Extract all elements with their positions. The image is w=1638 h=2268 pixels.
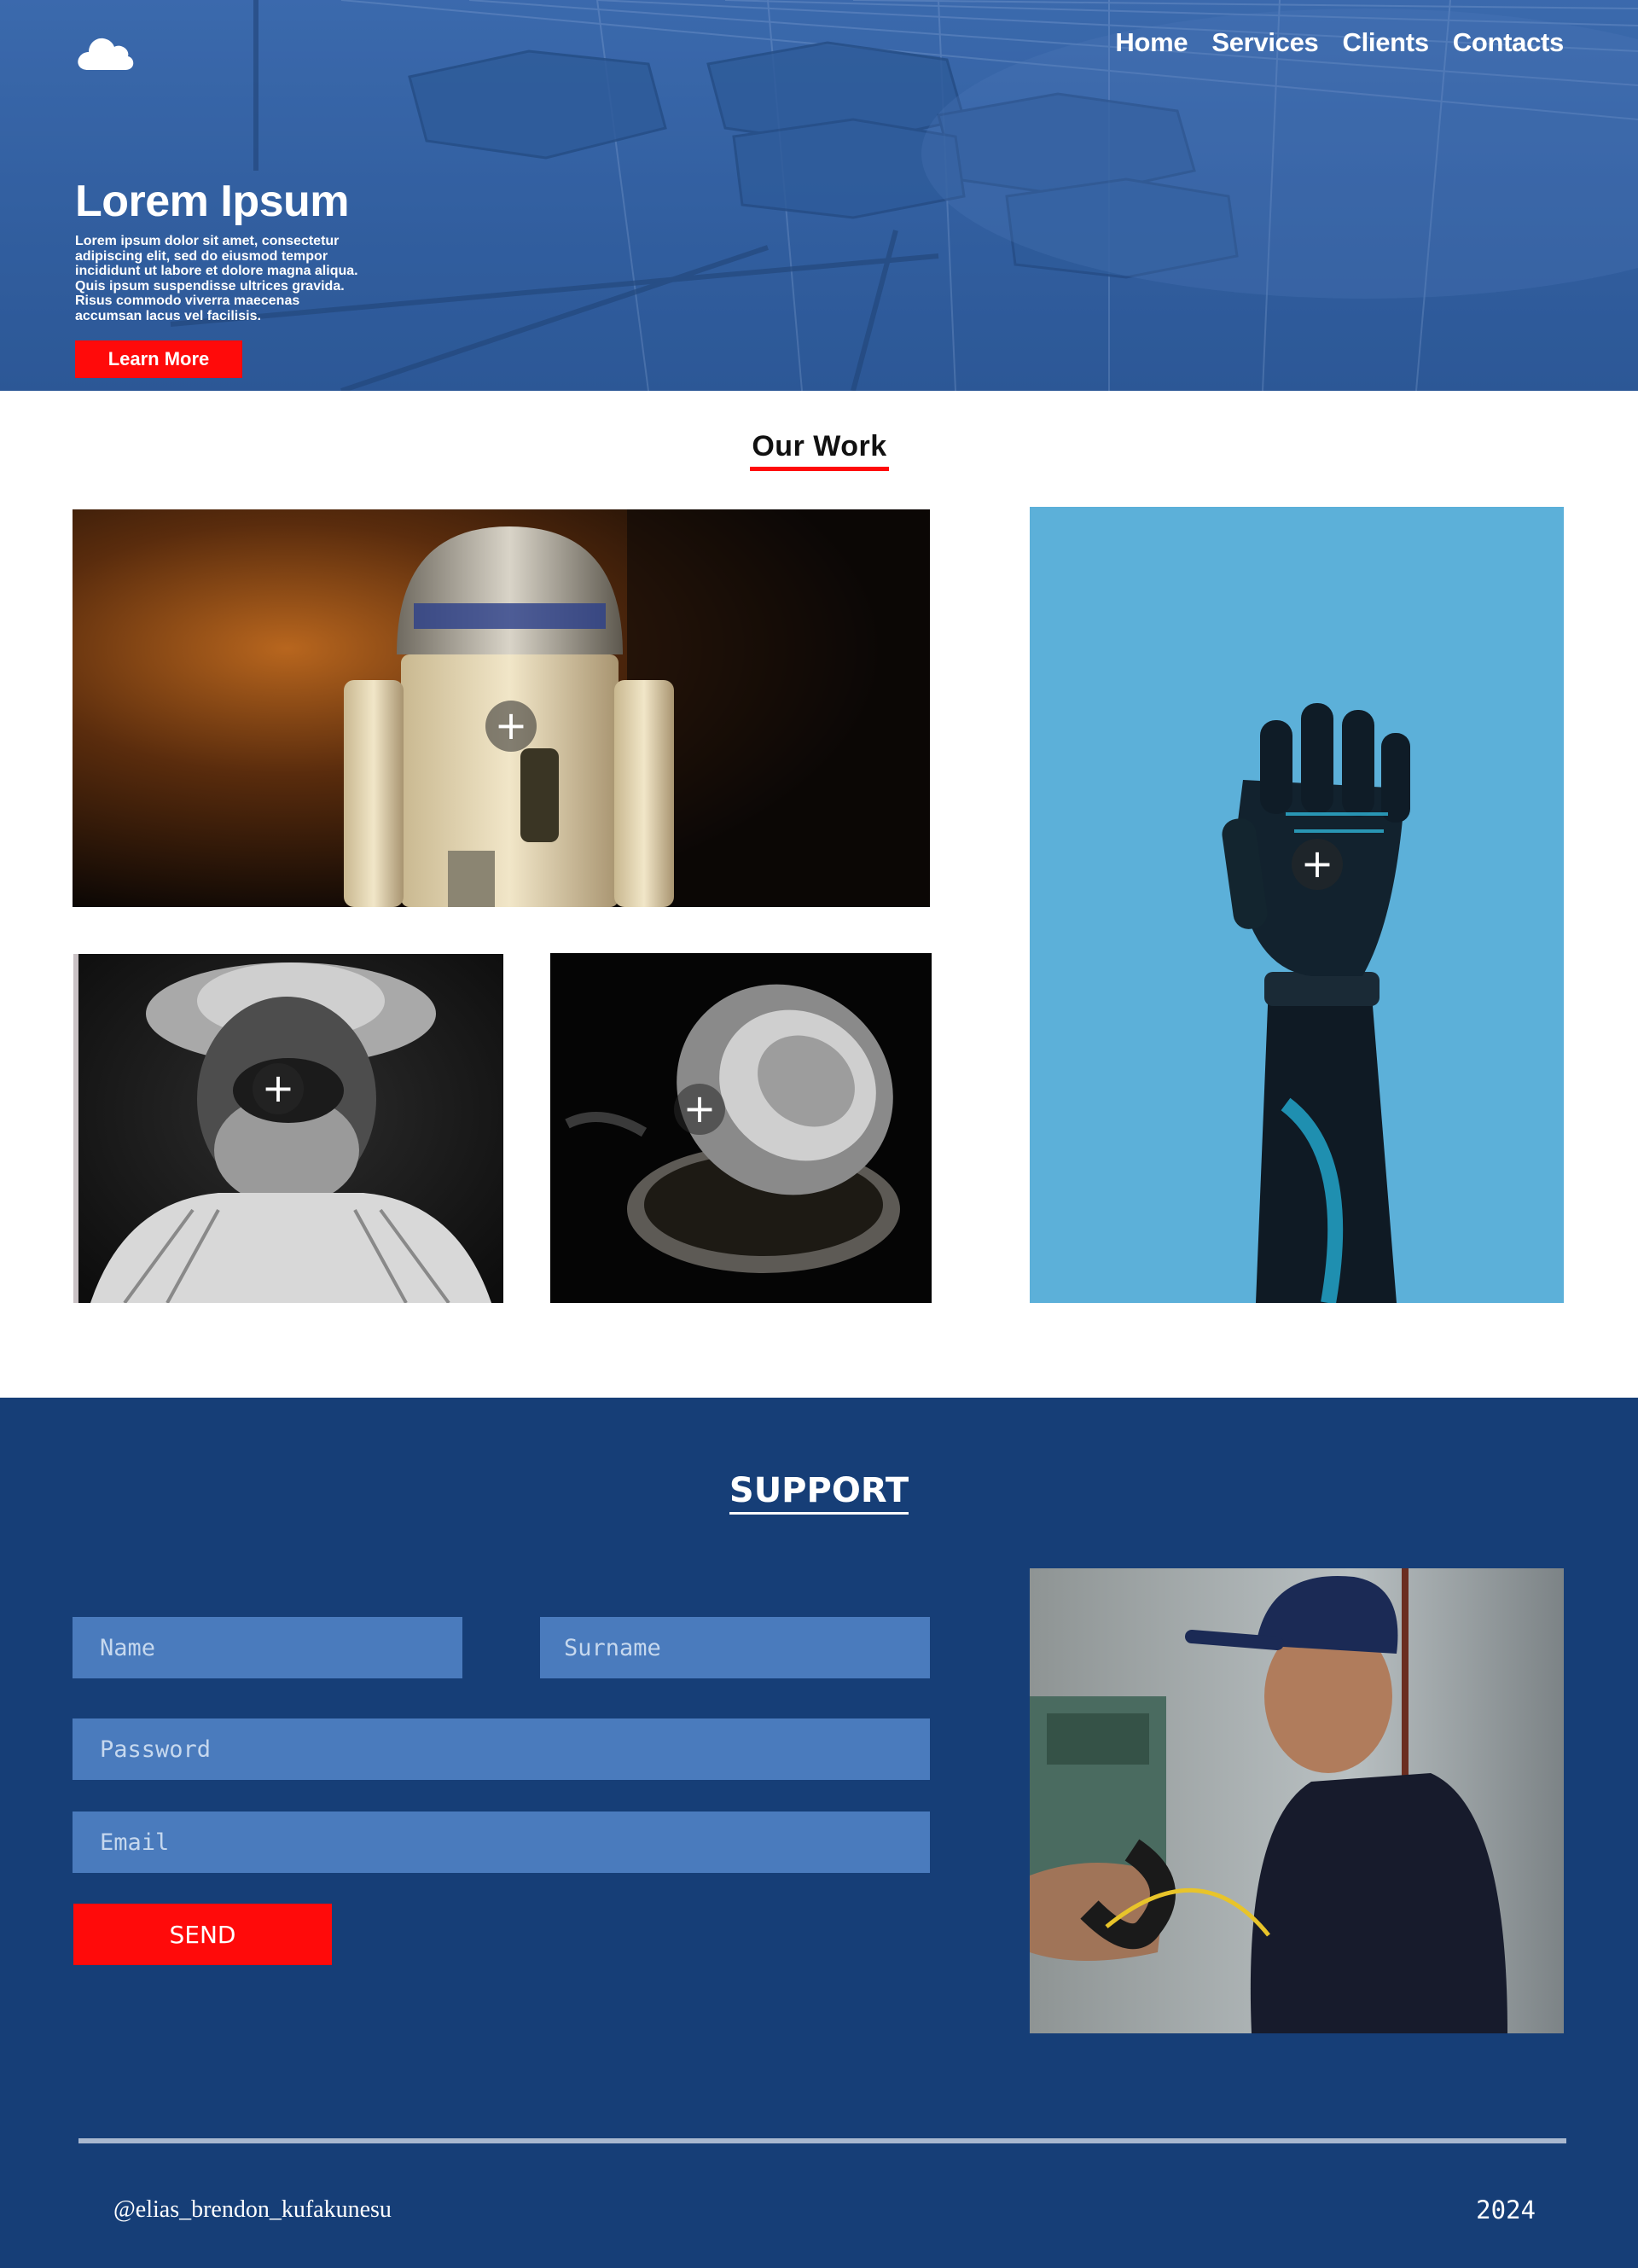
name-input[interactable] [73,1617,462,1678]
our-work-heading: Our Work [750,430,889,471]
nav-services[interactable]: Services [1211,27,1318,58]
portrait-photo [73,954,503,1303]
footer-divider [78,2138,1566,2143]
hero-line: Lorem ipsum dolor sit amet, consectetur [75,234,340,248]
technician-photo [1030,1568,1564,2033]
hero-line: Quis ipsum suspendisse ultrices gravida. [75,278,345,294]
support-section: SUPPORT SEND @elias_brendon_kufakunesu [0,1398,1638,2268]
author-handle: @elias_brendon_kufakunesu [113,2196,392,2223]
robotic-hand-photo [1030,507,1564,1303]
hero-line: accumsan lacus vel facilisis. [75,308,261,323]
work-tile-robotic-hand[interactable]: + [1030,507,1564,1303]
surname-input[interactable] [540,1617,930,1678]
hero-line: Risus commodo viverra maecenas [75,294,300,308]
work-tile-portrait[interactable]: + [73,954,503,1303]
cloud-icon[interactable] [75,31,135,73]
hero-line: adipiscing elit, sed do eiusmod tempor [75,248,328,264]
nav-home[interactable]: Home [1115,27,1188,58]
expand-plus-icon[interactable]: + [485,701,537,752]
expand-plus-icon[interactable]: + [674,1084,725,1135]
hero-line: incididunt ut labore et dolore magna ali… [75,264,358,278]
password-input[interactable] [73,1718,930,1780]
our-work-title: Our Work [0,430,1638,471]
hero-banner: Home Services Clients Contacts Lorem Ips… [0,0,1638,391]
main-nav: Home Services Clients Contacts [1115,27,1564,58]
support-heading: SUPPORT [729,1471,909,1515]
work-tile-robot[interactable]: + [73,509,930,907]
nav-contacts[interactable]: Contacts [1453,27,1565,58]
expand-plus-icon[interactable]: + [253,1063,304,1114]
pocket-watch-photo [550,953,932,1303]
copyright-year: 2024 [1476,2195,1536,2224]
learn-more-button[interactable]: Learn More [75,340,242,378]
send-button[interactable]: SEND [73,1904,332,1965]
hero-title: Lorem Ipsum [75,177,350,226]
support-title: SUPPORT [0,1471,1638,1515]
work-tile-watch[interactable]: + [550,953,932,1303]
nav-clients[interactable]: Clients [1343,27,1430,58]
email-input[interactable] [73,1811,930,1873]
expand-plus-icon[interactable]: + [1292,839,1343,890]
technician-photo-tile [1030,1568,1564,2033]
hero-description: Lorem ipsum dolor sit amet, consectetur … [75,234,442,323]
